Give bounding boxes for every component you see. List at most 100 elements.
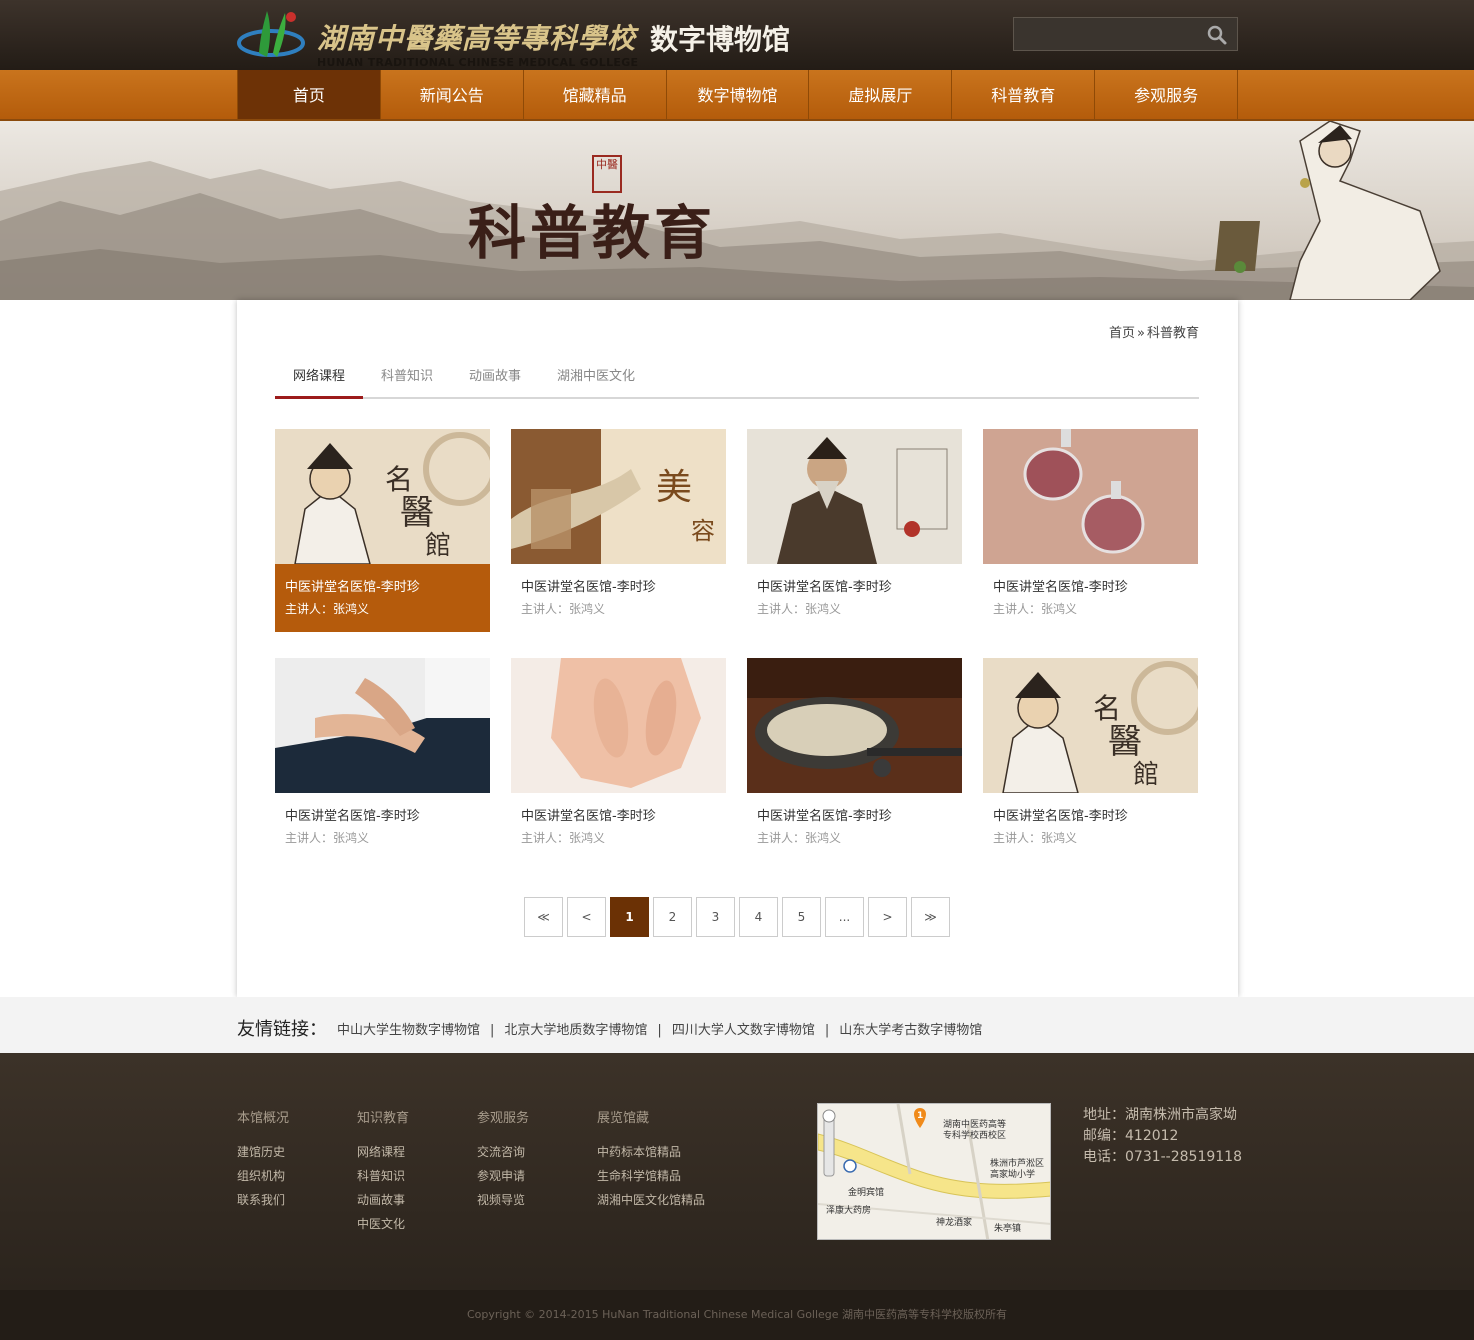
page-banner: 中醫 科普教育 bbox=[0, 121, 1474, 300]
link-separator: | bbox=[657, 1023, 662, 1038]
site-header: 湖南中醫藥高等專科學校 HUNAN TRADITIONAL CHINESE ME… bbox=[0, 0, 1474, 70]
pager-ellipsis: ... bbox=[825, 897, 864, 937]
svg-text:名: 名 bbox=[1093, 692, 1121, 725]
footer-column-about: 本馆概况 建馆历史 组织机构 联系我们 bbox=[237, 1107, 289, 1212]
footer-link[interactable]: 科普知识 bbox=[357, 1164, 409, 1188]
course-title: 中医讲堂名医馆-李时珍 bbox=[285, 580, 420, 595]
contact-phone: 电话：0731--28519118 bbox=[1083, 1149, 1242, 1165]
breadcrumb: 首页» 科普教育 bbox=[1109, 322, 1199, 341]
nav-item-virtual-hall[interactable]: 虚拟展厅 bbox=[809, 70, 953, 119]
course-card[interactable]: 中医讲堂名医馆-李时珍 主讲人：张鸿义 bbox=[747, 429, 962, 632]
herbs-icon bbox=[747, 658, 962, 793]
tab-online-courses[interactable]: 网络课程 bbox=[275, 362, 364, 399]
nav-item-visit-service[interactable]: 参观服务 bbox=[1095, 70, 1239, 119]
footer-column-exhibits: 展览馆藏 中药标本馆精品 生命科学馆精品 湖湘中医文化馆精品 bbox=[597, 1107, 705, 1212]
course-card[interactable]: 中医讲堂名医馆-李时珍 主讲人：张鸿义 bbox=[747, 658, 962, 861]
svg-text:名: 名 bbox=[385, 463, 413, 496]
course-speaker: 主讲人：张鸿义 bbox=[521, 602, 606, 616]
footer-column-visit: 参观服务 交流咨询 参观申请 视频导览 bbox=[477, 1107, 529, 1212]
course-card[interactable]: 中医讲堂名医馆-李时珍 主讲人：张鸿义 bbox=[511, 658, 726, 861]
pager-prev-button[interactable]: < bbox=[567, 897, 606, 937]
course-thumbnail: 美 容 bbox=[511, 429, 726, 564]
friend-link[interactable]: 四川大学人文数字博物馆 bbox=[672, 1023, 815, 1038]
copyright: Copyright © 2014-2015 HuNan Traditional … bbox=[0, 1290, 1474, 1340]
svg-text:容: 容 bbox=[691, 517, 715, 545]
course-title: 中医讲堂名医馆-李时珍 bbox=[521, 580, 656, 595]
footer-link[interactable]: 组织机构 bbox=[237, 1164, 289, 1188]
course-speaker: 主讲人：张鸿义 bbox=[757, 602, 842, 616]
course-speaker: 主讲人：张鸿义 bbox=[285, 602, 370, 616]
friend-link[interactable]: 北京大学地质数字博物馆 bbox=[504, 1023, 647, 1038]
pager-page-button[interactable]: 2 bbox=[653, 897, 692, 937]
pager-first-button[interactable]: ≪ bbox=[524, 897, 563, 937]
main-content: 首页» 科普教育 网络课程 科普知识 动画故事 湖湘中医文化 名 醫 館 中医讲… bbox=[237, 300, 1238, 997]
school-name-en: HUNAN TRADITIONAL CHINESE MEDICAL GOLLEG… bbox=[317, 56, 639, 69]
banner-title: 科普教育 bbox=[468, 199, 717, 267]
footer-link[interactable]: 中医文化 bbox=[357, 1212, 409, 1236]
tab-animation-stories[interactable]: 动画故事 bbox=[451, 362, 539, 399]
footer-link[interactable]: 交流咨询 bbox=[477, 1140, 529, 1164]
nav-item-education[interactable]: 科普教育 bbox=[952, 70, 1096, 119]
school-logo[interactable]: 湖南中醫藥高等專科學校 HUNAN TRADITIONAL CHINESE ME… bbox=[237, 5, 639, 69]
nav-item-home[interactable]: 首页 bbox=[238, 70, 381, 119]
footer-link[interactable]: 中药标本馆精品 bbox=[597, 1140, 705, 1164]
friend-link[interactable]: 山东大学考古数字博物馆 bbox=[839, 1023, 982, 1038]
tab-popular-science[interactable]: 科普知识 bbox=[363, 362, 451, 399]
course-card[interactable]: 美 容 中医讲堂名医馆-李时珍 主讲人：张鸿义 bbox=[511, 429, 726, 632]
friend-links-bar: 友情链接： 中山大学生物数字博物馆 | 北京大学地质数字博物馆 | 四川大学人文数字博物… bbox=[0, 997, 1474, 1053]
course-speaker: 主讲人：张鸿义 bbox=[993, 831, 1078, 845]
friend-link[interactable]: 中山大学生物数字博物馆 bbox=[337, 1023, 480, 1038]
search-input[interactable] bbox=[1020, 22, 1200, 46]
site-title: 数字博物馆 bbox=[650, 23, 791, 56]
course-title: 中医讲堂名医馆-李时珍 bbox=[993, 809, 1128, 824]
pager-page-button[interactable]: 5 bbox=[782, 897, 821, 937]
footer-link[interactable]: 参观申请 bbox=[477, 1164, 529, 1188]
svg-text:館: 館 bbox=[425, 531, 451, 561]
pagination: ≪ < 1 2 3 4 5 ... > ≫ bbox=[524, 897, 954, 937]
contact-address: 地址：湖南株洲市高家坳 bbox=[1083, 1107, 1237, 1123]
tab-hunan-tcm-culture[interactable]: 湖湘中医文化 bbox=[539, 362, 653, 399]
footer-link[interactable]: 联系我们 bbox=[237, 1188, 289, 1212]
course-card[interactable]: 中医讲堂名医馆-李时珍 主讲人：张鸿义 bbox=[275, 658, 490, 861]
nav-item-collection[interactable]: 馆藏精品 bbox=[524, 70, 667, 119]
pager-next-button[interactable]: > bbox=[868, 897, 907, 937]
contact-info: 地址：湖南株洲市高家坳 邮编：412012 电话：0731--28519118 bbox=[1083, 1105, 1242, 1168]
map-label-restaurant: 神龙酒家 bbox=[936, 1218, 973, 1228]
course-thumbnail: 名 醫 館 bbox=[983, 658, 1198, 793]
course-card[interactable]: 名 醫 館 中医讲堂名医馆-李时珍 主讲人：张鸿义 bbox=[983, 658, 1198, 861]
footer-heading: 知识教育 bbox=[357, 1111, 410, 1126]
map-label-hotel: 金明宾馆 bbox=[848, 1188, 885, 1198]
footer-link[interactable]: 视频导览 bbox=[477, 1188, 529, 1212]
course-speaker: 主讲人：张鸿义 bbox=[993, 602, 1078, 616]
map-label-school: 株洲市芦淞区 高家坳小学 bbox=[990, 1159, 1045, 1180]
pager-page-button[interactable]: 3 bbox=[696, 897, 735, 937]
school-logo-icon bbox=[237, 11, 305, 57]
footer-link[interactable]: 动画故事 bbox=[357, 1188, 409, 1212]
footer-link[interactable]: 网络课程 bbox=[357, 1140, 409, 1164]
nav-item-news[interactable]: 新闻公告 bbox=[381, 70, 524, 119]
footer-link[interactable]: 生命科学馆精品 bbox=[597, 1164, 705, 1188]
course-title: 中医讲堂名医馆-李时珍 bbox=[285, 809, 420, 824]
course-thumbnail bbox=[747, 658, 962, 793]
map-label-town: 朱亭镇 bbox=[994, 1224, 1022, 1234]
nav-item-digital-museum[interactable]: 数字博物馆 bbox=[667, 70, 810, 119]
breadcrumb-current: 科普教育 bbox=[1146, 326, 1199, 341]
svg-text:館: 館 bbox=[1133, 760, 1159, 790]
footer-column-education: 知识教育 网络课程 科普知识 动画故事 中医文化 bbox=[357, 1107, 409, 1236]
footer-heading: 展览馆藏 bbox=[597, 1111, 650, 1126]
course-card[interactable]: 名 醫 館 中医讲堂名医馆-李时珍 主讲人：张鸿义 bbox=[275, 429, 490, 632]
pager-last-button[interactable]: ≫ bbox=[911, 897, 950, 937]
course-thumbnail bbox=[983, 429, 1198, 564]
course-title: 中医讲堂名医馆-李时珍 bbox=[993, 580, 1128, 595]
footer-link[interactable]: 建馆历史 bbox=[237, 1140, 289, 1164]
footer-link[interactable]: 湖湘中医文化馆精品 bbox=[597, 1188, 705, 1212]
course-card[interactable]: 中医讲堂名医馆-李时珍 主讲人：张鸿义 bbox=[983, 429, 1198, 632]
search-icon[interactable] bbox=[1206, 24, 1228, 46]
breadcrumb-home-link[interactable]: 首页 bbox=[1109, 326, 1135, 341]
pager-page-button[interactable]: 4 bbox=[739, 897, 778, 937]
location-map[interactable]: 1 湖南中医药高等 专科学校西校区 株洲市芦淞区 高家坳小学 金明宾馆 泽康大药… bbox=[817, 1103, 1051, 1240]
course-speaker: 主讲人：张鸿义 bbox=[757, 831, 842, 845]
school-name: 湖南中醫藥高等專科學校 bbox=[317, 22, 637, 55]
pager-page-button[interactable]: 1 bbox=[610, 897, 649, 937]
meirong-icon: 美 容 bbox=[511, 429, 726, 564]
